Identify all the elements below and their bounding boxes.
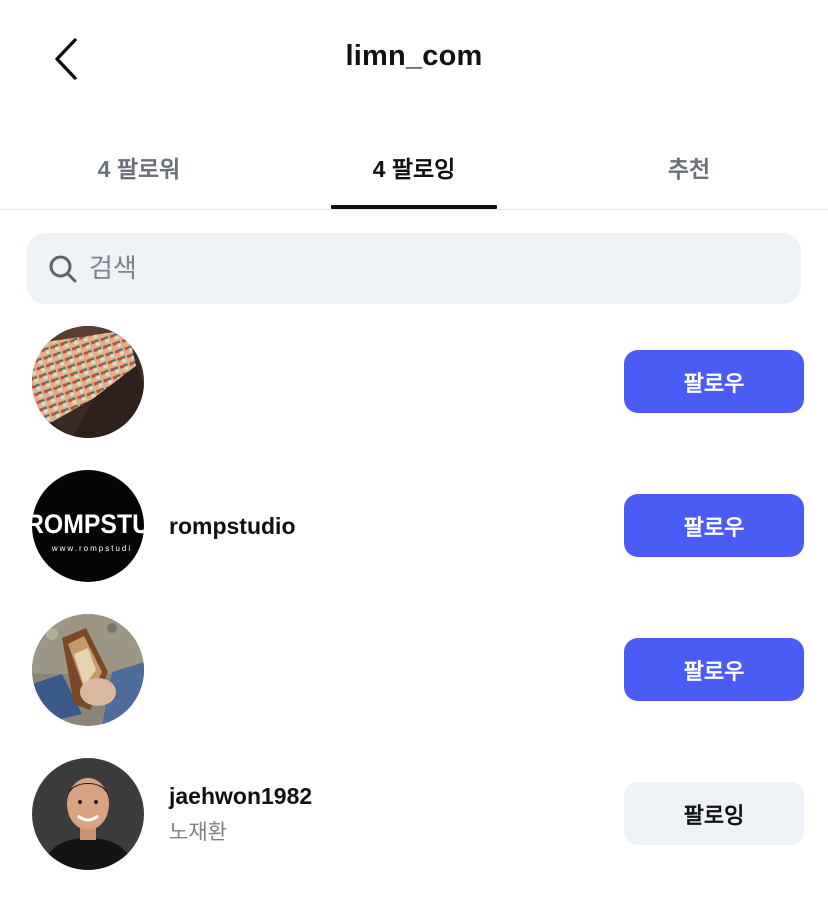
search-icon <box>49 255 77 283</box>
tab-following[interactable]: 4 팔로잉 <box>331 150 497 208</box>
following-button[interactable]: 팔로잉 <box>624 782 804 845</box>
full-name: 노재환 <box>169 819 227 844</box>
avatar[interactable] <box>32 758 144 870</box>
tab-recommended[interactable]: 추천 <box>606 150 772 208</box>
tab-followers[interactable]: 4 팔로워 <box>56 150 222 208</box>
follow-button[interactable]: 팔로우 <box>624 494 804 557</box>
list-item[interactable]: 팔로우 <box>0 600 828 740</box>
list-item[interactable]: 팔로우 <box>0 312 828 452</box>
search-bar[interactable] <box>27 233 801 304</box>
username[interactable]: rompstudio <box>169 513 296 540</box>
avatar[interactable] <box>32 614 144 726</box>
avatar[interactable] <box>32 326 144 438</box>
logo-text: ROMPSTU <box>32 509 144 539</box>
stained-glass-photo <box>32 326 144 438</box>
logo-subtext: www.rompstudi <box>51 544 132 553</box>
rompstudio-logo: ROMPSTU www.rompstudi <box>32 470 144 582</box>
avatar[interactable]: ROMPSTU www.rompstudi <box>32 470 144 582</box>
tab-bar: 4 팔로워 4 팔로잉 추천 <box>0 118 828 210</box>
pastry-photo <box>32 614 144 726</box>
list-item[interactable]: ROMPSTU www.rompstudi rompstudio 팔로우 <box>0 456 828 596</box>
page-title: limn_com <box>345 40 483 72</box>
list-item[interactable]: jaehwon1982 노재환 팔로잉 <box>0 744 828 884</box>
active-tab-indicator <box>331 205 497 209</box>
follow-button[interactable]: 팔로우 <box>624 638 804 701</box>
name-block: rompstudio <box>169 456 296 596</box>
search-input[interactable] <box>89 233 779 304</box>
name-block: jaehwon1982 노재환 <box>169 744 312 884</box>
man-portrait-photo <box>32 758 144 870</box>
header: limn_com <box>0 0 828 118</box>
following-screen: limn_com 4 팔로워 4 팔로잉 추천 검색 팔로우 ROMPSTU w… <box>0 0 828 914</box>
username[interactable]: jaehwon1982 <box>169 783 312 810</box>
follow-button[interactable]: 팔로우 <box>624 350 804 413</box>
